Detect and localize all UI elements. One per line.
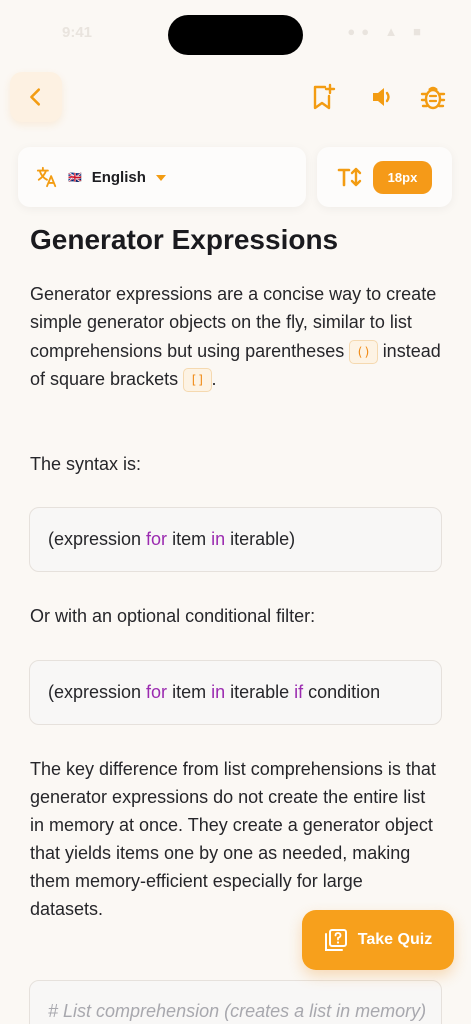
code-text: iterable) [225, 529, 296, 549]
filter-label: Or with an optional conditional filter: [30, 606, 316, 626]
speaker-button[interactable] [368, 82, 398, 112]
intro-text-3: . [211, 368, 217, 389]
bookmark-add-icon [313, 83, 336, 110]
difference-paragraph: The key difference from list comprehensi… [30, 759, 436, 919]
chevron-down-icon [155, 175, 166, 181]
code-keyword: for [146, 682, 168, 702]
code-text: condition [303, 682, 381, 702]
quiz-icon [324, 929, 347, 951]
dynamic-island [168, 15, 303, 55]
code-text: item [167, 682, 212, 702]
flag-icon: 🇬🇧 [68, 170, 82, 184]
code-block-example[interactable]: # List comprehension (creates a list in … [29, 980, 442, 1024]
code-keyword: in [211, 682, 226, 702]
language-name: English [91, 168, 146, 186]
code-block-filter[interactable]: (expression for item in iterable if cond… [29, 660, 442, 725]
bookmark-add-button[interactable] [308, 82, 338, 112]
inline-code-parentheses: () [349, 339, 378, 364]
article-title: Generator Expressions [30, 224, 339, 255]
syntax-label: The syntax is: [30, 454, 142, 474]
status-time: 9:41 [62, 24, 93, 41]
take-quiz-label: Take Quiz [357, 931, 433, 948]
status-indicators: ●● ▲ ■ [347, 24, 427, 39]
code-keyword: in [211, 529, 226, 549]
code-text: iterable [225, 682, 295, 702]
take-quiz-button[interactable]: Take Quiz [302, 910, 454, 970]
code-text: (expression [48, 682, 147, 702]
bug-icon [420, 86, 446, 110]
translate-icon [36, 166, 57, 188]
code-keyword: for [146, 529, 168, 549]
code-text: (expression [48, 529, 147, 549]
code-text: item [167, 529, 212, 549]
intro-paragraph: Generator expressions are a concise way … [30, 280, 444, 393]
code-comment: # List comprehension (creates a list in … [48, 1001, 427, 1021]
code-keyword: if [294, 682, 304, 702]
language-selector[interactable]: 🇬🇧 English [18, 147, 306, 207]
bug-report-button[interactable] [418, 82, 448, 112]
chevron-left-icon [30, 88, 41, 106]
article-content: Generator Expressions Generator expressi… [30, 222, 444, 393]
status-bar: 9:41 ●● ▲ ■ [0, 0, 471, 60]
inline-code-brackets: [] [183, 368, 212, 393]
text-size-icon [337, 167, 362, 187]
font-size-control[interactable]: 18px [317, 147, 452, 207]
code-block-syntax[interactable]: (expression for item in iterable) [29, 507, 442, 572]
back-button[interactable] [10, 72, 62, 122]
speaker-icon [373, 88, 390, 106]
font-size-badge[interactable]: 18px [373, 160, 432, 194]
